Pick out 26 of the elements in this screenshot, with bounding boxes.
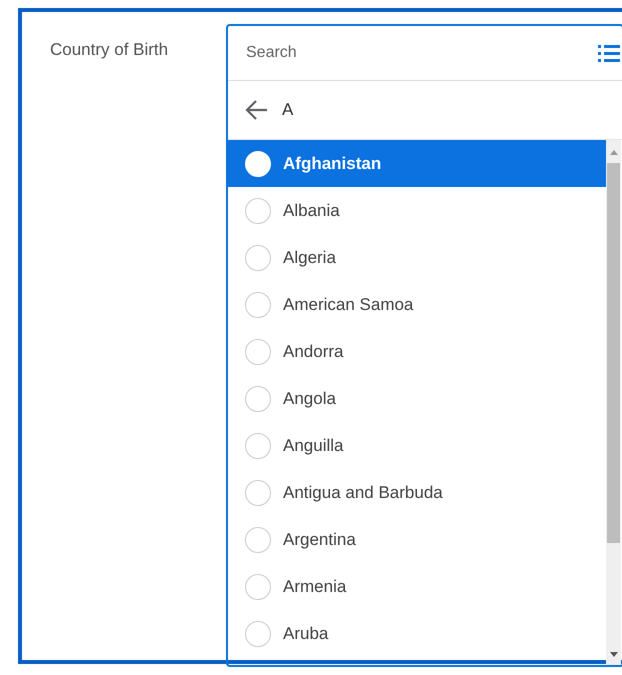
radio-button[interactable] (245, 292, 271, 318)
radio-button[interactable] (245, 386, 271, 412)
radio-button[interactable] (245, 198, 271, 224)
radio-button[interactable] (245, 432, 271, 458)
field-label: Country of Birth (50, 40, 168, 59)
category-title: A (282, 100, 294, 120)
radio-button[interactable] (245, 480, 271, 506)
radio-button[interactable] (245, 526, 271, 552)
option-row[interactable]: American Samoa (228, 281, 606, 328)
radio-button[interactable] (245, 574, 271, 600)
option-row[interactable]: Argentina (228, 516, 606, 563)
option-row[interactable]: Afghanistan (228, 140, 606, 187)
list-icon[interactable] (598, 44, 620, 62)
option-row[interactable]: Armenia (228, 563, 606, 610)
radio-button[interactable] (245, 620, 271, 646)
radio-button[interactable] (245, 338, 271, 364)
scrollbar[interactable] (606, 140, 621, 665)
option-row[interactable]: Antigua and Barbuda (228, 469, 606, 516)
radio-button[interactable] (245, 244, 271, 270)
option-row[interactable]: Andorra (228, 328, 606, 375)
option-row[interactable]: Albania (228, 187, 606, 234)
option-row[interactable]: Anguilla (228, 422, 606, 469)
option-row[interactable]: Algeria (228, 234, 606, 281)
back-arrow-icon[interactable] (244, 99, 268, 121)
option-row[interactable]: Angola (228, 375, 606, 422)
option-row[interactable]: Aruba (228, 610, 606, 657)
